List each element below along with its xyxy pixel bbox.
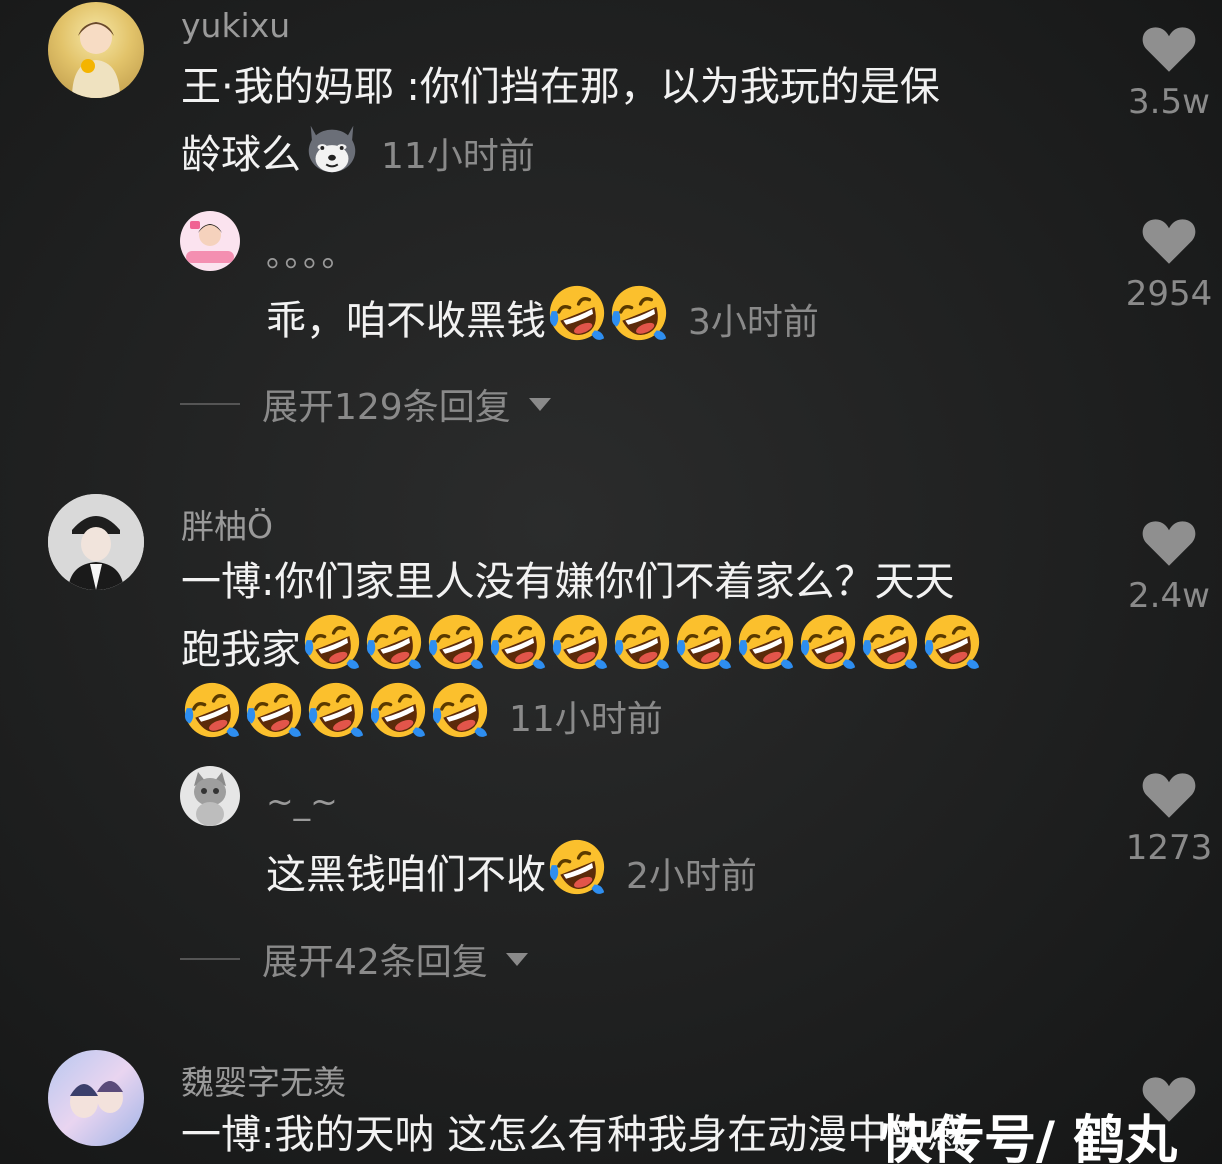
- heart-icon: [1141, 518, 1197, 568]
- comment-text: 一博:你们家里人没有嫌你们不着家么？天天 跑我家 11小时前: [181, 553, 1081, 749]
- comment-text-line: 龄球么 11小时前: [181, 116, 1081, 186]
- rofl-emoji-icon: [181, 679, 243, 741]
- rofl-emoji-icon: [363, 611, 425, 673]
- like-count: 3.5w: [1128, 82, 1210, 122]
- husky-emoji-icon: [301, 116, 363, 178]
- rofl-emoji-icon: [608, 282, 670, 344]
- rofl-emoji-icon: [921, 611, 983, 673]
- comment-text-line: 王·我的妈耶 :你们挡在那，以为我玩的是保: [181, 64, 940, 110]
- comment-time: 11小时前: [509, 699, 663, 740]
- rofl-emoji-icon: [797, 611, 859, 673]
- divider: [180, 403, 240, 405]
- heart-icon: [1141, 770, 1197, 820]
- commenter-avatar[interactable]: [48, 494, 144, 590]
- rofl-emoji-icon: [367, 679, 429, 741]
- expand-replies-label: 展开42条回复: [262, 942, 488, 983]
- comment-text-line: 11小时前: [181, 679, 1081, 749]
- rofl-emoji-icon: [735, 611, 797, 673]
- like-count: 2954: [1125, 274, 1213, 314]
- commenter-avatar[interactable]: [48, 1050, 144, 1146]
- commenter-avatar[interactable]: [48, 2, 144, 98]
- rofl-emoji-icon: [425, 611, 487, 673]
- reply-avatar[interactable]: [180, 211, 240, 271]
- rofl-emoji-icon: [429, 679, 491, 741]
- avatar-image: [194, 772, 226, 826]
- reply-username[interactable]: 。。。。: [266, 228, 357, 276]
- reply-time: 3小时前: [688, 302, 819, 343]
- heart-icon: [1141, 216, 1197, 266]
- comment-username[interactable]: 魏婴字无羡: [181, 1056, 346, 1104]
- reply-time: 2小时前: [626, 856, 757, 897]
- avatar-image: [186, 221, 234, 263]
- comment-time: 11小时前: [381, 136, 535, 177]
- reply-text: 乖，咱不收黑钱 3小时前: [266, 282, 1086, 352]
- like-button[interactable]: 2954: [1114, 216, 1222, 314]
- comment-text-line: 跑我家: [181, 611, 1081, 679]
- rofl-emoji-icon: [546, 282, 608, 344]
- rofl-emoji-icon: [243, 679, 305, 741]
- comment-username[interactable]: 胖柚Ö: [181, 500, 273, 548]
- like-count: 2.4w: [1128, 576, 1210, 616]
- expand-replies-button[interactable]: 展开42条回复: [180, 933, 528, 985]
- rofl-emoji-icon: [305, 679, 367, 741]
- comment-text-line: 一博:你们家里人没有嫌你们不着家么？天天: [181, 559, 955, 605]
- rofl-emoji-icon: [859, 611, 921, 673]
- avatar-image: [48, 494, 144, 590]
- reply-text: 这黑钱咱们不收 2小时前: [266, 836, 1086, 906]
- expand-replies-button[interactable]: 展开129条回复: [180, 378, 551, 430]
- watermark: 快传号/ 鹤丸: [880, 1111, 1178, 1164]
- reply-username[interactable]: ~_~: [266, 782, 338, 821]
- rofl-emoji-icon: [546, 836, 608, 898]
- like-button[interactable]: 2.4w: [1114, 518, 1222, 616]
- caret-down-icon: [505, 952, 528, 966]
- heart-icon: [1141, 24, 1197, 74]
- avatar-image: [70, 1081, 123, 1118]
- divider: [180, 958, 240, 960]
- rofl-emoji-icon: [611, 611, 673, 673]
- rofl-emoji-icon: [549, 611, 611, 673]
- rofl-emoji-icon: [487, 611, 549, 673]
- comment-text: 王·我的妈耶 :你们挡在那，以为我玩的是保 龄球么 11小时前: [181, 58, 1081, 186]
- comment-username[interactable]: yukixu: [181, 6, 290, 45]
- avatar-image: [72, 22, 120, 98]
- like-button[interactable]: 1273: [1114, 770, 1222, 868]
- like-button[interactable]: 3.5w: [1114, 24, 1222, 122]
- like-count: 1273: [1125, 828, 1213, 868]
- rofl-emoji-icon: [301, 611, 363, 673]
- rofl-emoji-icon: [673, 611, 735, 673]
- expand-replies-label: 展开129条回复: [262, 387, 511, 428]
- reply-avatar[interactable]: [180, 766, 240, 826]
- caret-down-icon: [528, 397, 551, 411]
